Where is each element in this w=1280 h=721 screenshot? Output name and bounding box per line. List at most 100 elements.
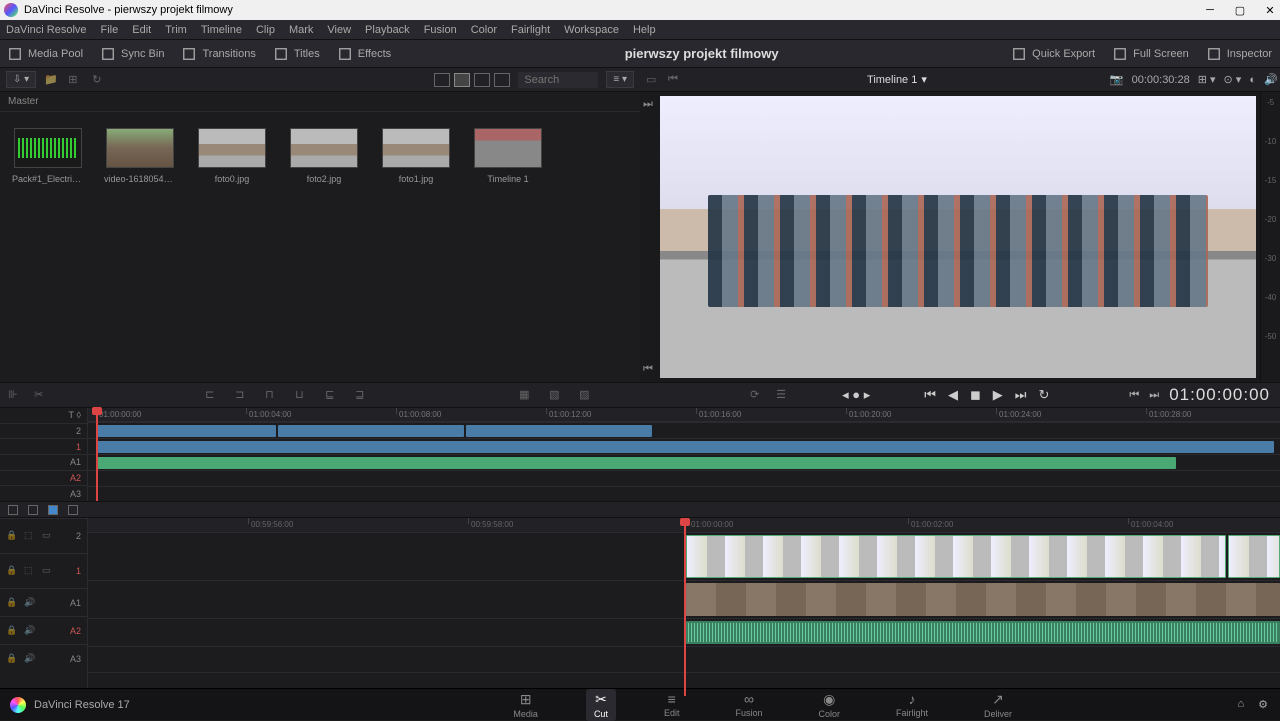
dissolve-icon[interactable]: ▨ bbox=[579, 388, 595, 402]
view-list-icon[interactable] bbox=[494, 73, 510, 87]
track-label[interactable]: 1 bbox=[76, 442, 81, 452]
video-clip[interactable] bbox=[96, 425, 276, 437]
track-label[interactable]: 2 bbox=[76, 426, 81, 436]
jump-last-icon[interactable]: ⏮ bbox=[643, 363, 653, 376]
titles-button[interactable]: Titles bbox=[274, 47, 320, 61]
snap-icon[interactable] bbox=[8, 505, 18, 515]
marker-tool-icon[interactable]: ◊ bbox=[77, 410, 81, 420]
davinci-logo-icon[interactable] bbox=[10, 697, 26, 713]
new-bin-icon[interactable]: ⊞ bbox=[68, 73, 84, 87]
video-clip[interactable] bbox=[466, 425, 652, 437]
source-overwrite-icon[interactable]: ⊒ bbox=[355, 388, 371, 402]
split-icon[interactable]: ✂ bbox=[34, 388, 50, 402]
search-input[interactable] bbox=[518, 72, 598, 88]
viewer-timecode[interactable]: 01:00:00:00 bbox=[1169, 385, 1270, 405]
bypass-dropdown[interactable]: ⊙ ▾ bbox=[1224, 73, 1242, 86]
home-icon[interactable]: ⌂ bbox=[1237, 698, 1244, 711]
source-tape-icon[interactable]: ▭ bbox=[646, 73, 662, 87]
full-screen-button[interactable]: Full Screen bbox=[1113, 47, 1189, 61]
transition-icon[interactable]: ▧ bbox=[549, 388, 565, 402]
menu-color[interactable]: Color bbox=[471, 24, 497, 36]
go-last-button[interactable]: ⏭ bbox=[1015, 387, 1027, 403]
loop-button[interactable]: ↻ bbox=[1038, 387, 1049, 403]
project-settings-icon[interactable]: ⚙ bbox=[1258, 698, 1268, 711]
menu-clip[interactable]: Clip bbox=[256, 24, 275, 36]
menu-fairlight[interactable]: Fairlight bbox=[511, 24, 550, 36]
text-tool-icon[interactable]: T bbox=[69, 410, 75, 420]
track-label[interactable]: A3 bbox=[70, 489, 81, 499]
refresh-icon[interactable]: ↻ bbox=[92, 73, 108, 87]
track-header[interactable]: 🔒⬚▭1 bbox=[0, 553, 87, 588]
video-clip[interactable] bbox=[96, 441, 1274, 453]
place-on-top-icon[interactable]: ⊑ bbox=[325, 388, 341, 402]
menu-view[interactable]: View bbox=[327, 24, 351, 36]
page-fairlight[interactable]: ♪Fairlight bbox=[888, 689, 936, 721]
monitor-icon[interactable]: ▭ bbox=[42, 565, 54, 577]
mute-button[interactable]: 🔊 bbox=[1262, 73, 1280, 86]
view-strip-icon[interactable] bbox=[474, 73, 490, 87]
mute-icon[interactable]: 🔊 bbox=[24, 625, 36, 637]
clip-foto0[interactable] bbox=[686, 535, 1226, 578]
lock-icon[interactable]: 🔒 bbox=[6, 653, 18, 665]
menu-workspace[interactable]: Workspace bbox=[564, 24, 619, 36]
page-media[interactable]: ⊞Media bbox=[505, 689, 546, 721]
media-clip[interactable]: Timeline 1 bbox=[472, 128, 544, 184]
media-clip[interactable]: foto1.jpg bbox=[380, 128, 452, 184]
next-edit-button[interactable]: ⏭ bbox=[1149, 389, 1159, 402]
media-clip[interactable]: Pack#1_ElectricGu... bbox=[12, 128, 84, 184]
lower-playhead[interactable] bbox=[684, 518, 686, 696]
marker-icon[interactable] bbox=[28, 505, 38, 515]
menu-playback[interactable]: Playback bbox=[365, 24, 410, 36]
effects-button[interactable]: Effects bbox=[338, 47, 391, 61]
lock-icon[interactable]: 🔒 bbox=[6, 597, 18, 609]
prev-edit-button[interactable]: ⏮ bbox=[1129, 389, 1139, 402]
view-metadata-icon[interactable] bbox=[434, 73, 450, 87]
inspector-button[interactable]: Inspector bbox=[1207, 47, 1272, 61]
jump-start-icon[interactable]: ⏮ bbox=[668, 73, 684, 87]
mute-icon[interactable]: 🔊 bbox=[24, 597, 36, 609]
upper-playhead[interactable] bbox=[96, 408, 98, 501]
sort-dropdown[interactable]: ≡ ▾ bbox=[606, 71, 634, 88]
page-cut[interactable]: ✂Cut bbox=[586, 689, 616, 721]
media-clip[interactable]: foto0.jpg bbox=[196, 128, 268, 184]
page-edit[interactable]: ≡Edit bbox=[656, 689, 688, 721]
media-pool-button[interactable]: Media Pool bbox=[8, 47, 83, 61]
append-icon[interactable]: ⊐ bbox=[235, 388, 251, 402]
play-reverse-button[interactable]: ◀ bbox=[948, 387, 958, 403]
resolution-dropdown[interactable]: ⊞ ▾ bbox=[1198, 73, 1216, 86]
go-first-button[interactable]: ⏮ bbox=[924, 387, 936, 403]
media-clip[interactable]: video-1618054841... bbox=[104, 128, 176, 184]
audio-trim-icon[interactable] bbox=[48, 505, 58, 515]
lock-icon[interactable]: 🔒 bbox=[6, 625, 18, 637]
folder-icon[interactable]: 📁 bbox=[44, 73, 60, 87]
close-up-icon[interactable]: ⊔ bbox=[295, 388, 311, 402]
media-clip[interactable]: foto2.jpg bbox=[288, 128, 360, 184]
maximize-button[interactable]: ▢ bbox=[1234, 4, 1246, 16]
transitions-button[interactable]: Transitions bbox=[182, 47, 255, 61]
colorspace-icon[interactable]: ◐ bbox=[1249, 74, 1256, 86]
play-button[interactable]: ▶ bbox=[993, 387, 1003, 403]
track-header[interactable]: 🔒⬚▭2 bbox=[0, 518, 87, 553]
view-thumbnail-icon[interactable] bbox=[454, 73, 470, 87]
menu-davinciresolve[interactable]: DaVinci Resolve bbox=[6, 24, 87, 36]
lock-icon[interactable]: 🔒 bbox=[6, 565, 18, 577]
clip-audio[interactable] bbox=[686, 621, 1280, 644]
stop-button[interactable]: ◼ bbox=[970, 387, 981, 403]
timeline-selector[interactable]: Timeline 1▾ bbox=[867, 73, 927, 86]
track-label[interactable]: A1 bbox=[70, 457, 81, 467]
track-header[interactable]: 🔒🔊A3 bbox=[0, 644, 87, 672]
track-header[interactable]: 🔒🔊A1 bbox=[0, 588, 87, 616]
mute-icon[interactable]: 🔊 bbox=[24, 653, 36, 665]
close-button[interactable]: ✕ bbox=[1264, 4, 1276, 16]
ripple-icon[interactable]: ⊓ bbox=[265, 388, 281, 402]
page-color[interactable]: ◉Color bbox=[810, 689, 848, 721]
track-header[interactable]: 🔒🔊A2 bbox=[0, 616, 87, 644]
audio-clip[interactable] bbox=[96, 457, 1176, 469]
boring-detector-icon[interactable]: ⊪ bbox=[8, 388, 24, 402]
viewer-canvas[interactable] bbox=[660, 96, 1256, 378]
clip-video[interactable] bbox=[686, 583, 1280, 616]
clip-foto2[interactable] bbox=[1228, 535, 1280, 578]
disable-icon[interactable]: ⬚ bbox=[24, 530, 36, 542]
menu-trim[interactable]: Trim bbox=[165, 24, 187, 36]
sync-icon[interactable]: ⟳ bbox=[750, 388, 766, 402]
